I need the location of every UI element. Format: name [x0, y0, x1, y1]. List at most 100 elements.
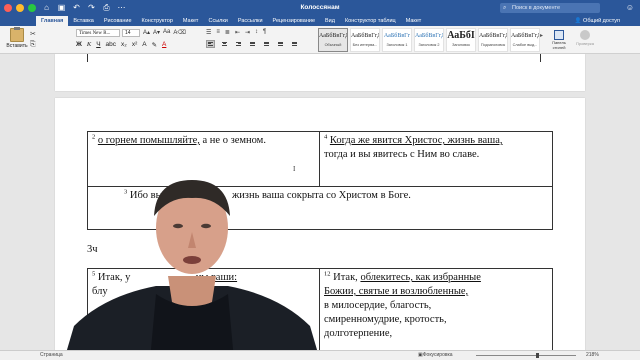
verse-text-underlined: Божии, святые и возлюбленные,	[324, 286, 469, 297]
align-center-button[interactable]	[220, 40, 229, 48]
subscript-button[interactable]: x₂	[121, 41, 127, 49]
style-option[interactable]: АаБбВвГгДд Слабое выд...	[510, 28, 540, 52]
table-cell-verse-12[interactable]: 12 Итак, облекитесь, как избранные Божии…	[319, 268, 553, 350]
document-page[interactable]: 2 о горнем помышляйте, а не о земном. 4 …	[55, 98, 585, 350]
sort-icon[interactable]: ↕	[255, 29, 258, 36]
ribbon: Вставить ✂ ⎘ Times New R... 14 A▴ A▾ Aa …	[0, 26, 640, 54]
tab-2[interactable]: Рисование	[99, 16, 137, 26]
text-effects-icon[interactable]: A	[142, 41, 146, 49]
cut-icon[interactable]: ✂	[30, 30, 36, 38]
style-sample: АаБбВвГгД	[479, 33, 507, 39]
zoom-thumb[interactable]	[536, 353, 540, 358]
tab-3[interactable]: Конструктор	[137, 16, 178, 26]
table-border	[540, 54, 541, 62]
style-option[interactable]: АаБбВвГгД Подзаголовок	[478, 28, 508, 52]
style-name: Заголовок	[452, 43, 470, 47]
table-cell-verse-4[interactable]: 4 Когда же явится Христос, жизнь ваша, т…	[319, 131, 553, 187]
style-name: Без интерва...	[352, 43, 378, 47]
superscript-button[interactable]: x²	[132, 41, 137, 49]
zoom-percent[interactable]: 218%	[586, 351, 599, 360]
tab-4[interactable]: Макет	[178, 16, 204, 26]
verse-text: долготерпение,	[324, 328, 393, 339]
style-option[interactable]: АаБбВвГгДд Без интерва...	[350, 28, 380, 52]
verse-text: а не о земном.	[199, 135, 266, 146]
style-name: Обычный	[324, 43, 342, 47]
status-bar: Страница Фокусировка 218%	[0, 350, 640, 360]
table-border	[87, 54, 88, 62]
multilevel-icon[interactable]: ≣	[225, 29, 230, 36]
style-option[interactable]: АаБбВвГгДд Обычный	[318, 28, 348, 52]
table-cell-verse-5[interactable]: 5 Итак, у ны ваши: блу	[87, 268, 320, 350]
focus-mode-button[interactable]: Фокусировка	[418, 351, 453, 360]
verse-text-underlined: о горнем помышляйте,	[97, 135, 200, 146]
verse-text: блу	[92, 286, 108, 297]
shading-button[interactable]	[276, 40, 285, 48]
tab-1[interactable]: Вставка	[68, 16, 98, 26]
copy-icon[interactable]: ⎘	[30, 41, 36, 49]
increase-indent-icon[interactable]: ⇥	[245, 29, 250, 36]
bullets-icon[interactable]: ☰	[206, 29, 211, 36]
font-size-buttons: A▴ A▾ Aa A⌫	[143, 29, 186, 36]
verse-text: Итак, у	[97, 272, 131, 283]
tab-10[interactable]: Макет	[401, 16, 427, 26]
tab-9[interactable]: Конструктор таблиц	[340, 16, 401, 26]
styles-panel-label: Панель стилей	[552, 40, 566, 50]
verse-number: 3	[124, 188, 128, 196]
section-heading: 3ч	[87, 244, 98, 255]
clipboard-small-buttons: ✂ ⎘	[30, 30, 36, 49]
style-sample: АаБбI	[447, 30, 475, 41]
styles-panel-button[interactable]: Панель стилей	[550, 28, 568, 50]
proofing-icon	[580, 30, 590, 40]
underline-button[interactable]: Ч	[96, 41, 100, 49]
style-option[interactable]: АаБбI Заголовок	[446, 28, 476, 52]
share-label: Общий доступ	[583, 18, 620, 24]
ribbon-tabs: Главная Вставка Рисование Конструктор Макет С…	[0, 16, 640, 26]
share-icon: 👤	[574, 18, 582, 24]
zoom-slider[interactable]	[476, 353, 576, 358]
italic-button[interactable]: К	[87, 41, 91, 49]
table-cell-verse-2[interactable]: 2 о горнем помышляйте, а не о земном.	[87, 131, 320, 187]
justify-button[interactable]	[248, 40, 257, 48]
pilcrow-icon[interactable]: ¶	[263, 29, 266, 36]
search-input[interactable]: ⌕ Поиск в документе	[500, 3, 600, 13]
styles-more-icon[interactable]: ▸	[540, 32, 543, 39]
align-right-button[interactable]	[234, 40, 243, 48]
verse-number: 4	[324, 133, 328, 141]
tab-0[interactable]: Главная	[36, 16, 69, 26]
decrease-indent-icon[interactable]: ⇤	[235, 29, 240, 36]
tab-8[interactable]: Вид	[320, 16, 340, 26]
change-case-icon[interactable]: Aa	[163, 29, 170, 36]
font-color-button[interactable]: A	[162, 41, 166, 49]
feedback-icon[interactable]: ☺	[626, 3, 634, 12]
font-name-select[interactable]: Times New R...	[76, 29, 120, 37]
strikethrough-button[interactable]: abc	[106, 41, 116, 49]
share-button[interactable]: 👤 Общий доступ	[575, 16, 620, 26]
font-size-select[interactable]: 14	[122, 29, 140, 37]
style-option[interactable]: АаБбВвГгД Заголовок 2	[414, 28, 444, 52]
style-sample: АаБбВвГгД	[415, 33, 443, 39]
highlight-icon[interactable]: ✎	[152, 41, 157, 49]
tab-6[interactable]: Рассылки	[233, 16, 268, 26]
status-page[interactable]: Страница	[40, 351, 63, 360]
line-spacing-button[interactable]	[262, 40, 271, 48]
zoom-track	[476, 355, 576, 356]
tab-5[interactable]: Ссылки	[203, 16, 232, 26]
shrink-font-icon[interactable]: A▾	[153, 29, 160, 36]
align-left-button[interactable]	[206, 40, 215, 48]
numbering-icon[interactable]: ≡	[216, 29, 220, 36]
proofing-button[interactable]: Проверка	[574, 28, 596, 46]
grow-font-icon[interactable]: A▴	[143, 29, 150, 36]
verse-text-underlined: облекитесь, как избранные	[360, 272, 481, 283]
verse-text: Ибо вы	[129, 190, 163, 201]
document-canvas[interactable]: 2 о горнем помышляйте, а не о земном. 4 …	[0, 54, 640, 350]
clear-format-icon[interactable]: A⌫	[173, 29, 186, 36]
style-name: Подзаголовок	[480, 43, 506, 47]
paste-button[interactable]: Вставить	[4, 27, 30, 52]
tab-7[interactable]: Рецензирование	[268, 16, 320, 26]
font-format-buttons: Ж К Ч abc x₂ x² A ✎ A	[76, 41, 166, 49]
table-cell-verse-3[interactable]: 3 Ибо вы жизнь ваша сокрыта со Христом в…	[87, 186, 553, 230]
search-placeholder: Поиск в документе	[512, 5, 561, 11]
bold-button[interactable]: Ж	[76, 41, 82, 49]
borders-button[interactable]	[290, 40, 299, 48]
style-option[interactable]: АаБбВвГг Заголовок 1	[382, 28, 412, 52]
